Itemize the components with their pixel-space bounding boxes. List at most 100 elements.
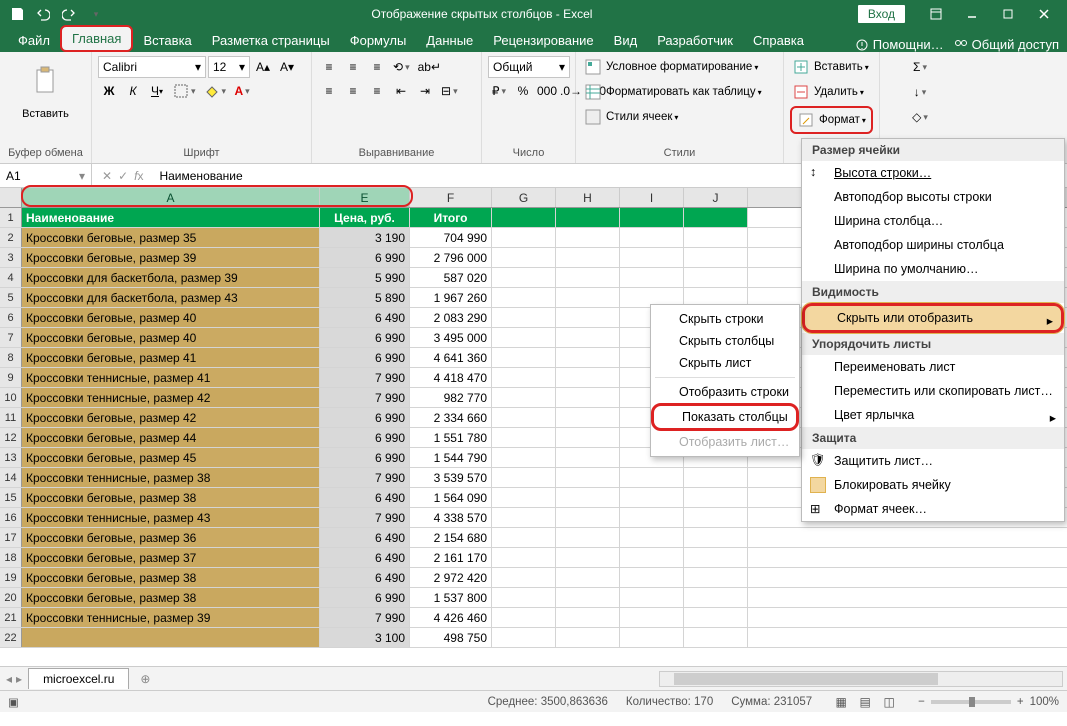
move-sheet[interactable]: Переместить или скопировать лист…: [802, 379, 1064, 403]
row-header[interactable]: 19: [0, 568, 22, 587]
sheet-nav-first[interactable]: ◂: [6, 672, 12, 686]
table-row[interactable]: 20 Кроссовки беговые, размер 38 6 990 1 …: [0, 588, 1067, 608]
align-top-icon[interactable]: ≡: [318, 56, 340, 78]
page-break-icon[interactable]: ◫: [878, 691, 900, 713]
format-cells-item[interactable]: ⊞Формат ячеек…: [802, 497, 1064, 521]
protect-sheet[interactable]: 🛡Защитить лист…: [802, 449, 1064, 473]
increase-font-icon[interactable]: A▴: [252, 56, 274, 78]
row-header[interactable]: 16: [0, 508, 22, 527]
login-button[interactable]: Вход: [858, 5, 905, 23]
maximize-icon[interactable]: [991, 3, 1025, 25]
font-color-button[interactable]: A: [231, 80, 253, 102]
paste-button[interactable]: [30, 56, 62, 106]
row-header[interactable]: 4: [0, 268, 22, 287]
ribbon-options-icon[interactable]: [919, 3, 953, 25]
zoom-value[interactable]: 100%: [1030, 696, 1059, 708]
undo-icon[interactable]: [32, 3, 54, 25]
row-header[interactable]: 20: [0, 588, 22, 607]
record-macro-icon[interactable]: ▣: [8, 695, 19, 709]
table-row[interactable]: 18 Кроссовки беговые, размер 37 6 490 2 …: [0, 548, 1067, 568]
row-header[interactable]: 17: [0, 528, 22, 547]
tab-data[interactable]: Данные: [416, 29, 483, 52]
table-row[interactable]: 17 Кроссовки беговые, размер 36 6 490 2 …: [0, 528, 1067, 548]
tab-file[interactable]: Файл: [8, 29, 60, 52]
wrap-text-icon[interactable]: ab↵: [415, 56, 444, 78]
save-icon[interactable]: [6, 3, 28, 25]
fill-icon[interactable]: ↓: [886, 81, 954, 103]
row-header[interactable]: 14: [0, 468, 22, 487]
minimize-icon[interactable]: [955, 3, 989, 25]
tab-insert[interactable]: Вставка: [133, 29, 201, 52]
enter-formula-icon[interactable]: ✓: [118, 169, 128, 183]
table-row[interactable]: 19 Кроссовки беговые, размер 38 6 490 2 …: [0, 568, 1067, 588]
autofit-col[interactable]: Автоподбор ширины столбца: [802, 233, 1064, 257]
col-e[interactable]: E: [320, 188, 410, 207]
unhide-rows[interactable]: Отобразить строки: [651, 381, 799, 403]
share-button[interactable]: Общий доступ: [954, 37, 1059, 52]
row-header[interactable]: 2: [0, 228, 22, 247]
row-header[interactable]: 5: [0, 288, 22, 307]
cancel-formula-icon[interactable]: ✕: [102, 169, 112, 183]
percent-icon[interactable]: %: [512, 80, 534, 102]
tab-formulas[interactable]: Формулы: [340, 29, 417, 52]
align-left-icon[interactable]: ≡: [318, 80, 340, 102]
currency-icon[interactable]: ₽: [488, 80, 510, 102]
align-middle-icon[interactable]: ≡: [342, 56, 364, 78]
indent-inc-icon[interactable]: ⇥: [414, 80, 436, 102]
fx-icon[interactable]: fx: [134, 169, 143, 183]
hide-rows[interactable]: Скрыть строки: [651, 308, 799, 330]
row-header[interactable]: 10: [0, 388, 22, 407]
col-j[interactable]: J: [684, 188, 748, 207]
row-height[interactable]: ↕Высота строки…: [802, 161, 1064, 185]
qat-customize[interactable]: [84, 3, 106, 25]
cond-format-button[interactable]: [582, 56, 604, 78]
borders-button[interactable]: [170, 80, 199, 102]
hscrollbar[interactable]: [659, 671, 1063, 687]
col-h[interactable]: H: [556, 188, 620, 207]
row-header[interactable]: 13: [0, 448, 22, 467]
row-header[interactable]: 3: [0, 248, 22, 267]
delete-cells-button[interactable]: [790, 81, 812, 103]
decrease-font-icon[interactable]: A▾: [276, 56, 298, 78]
autofit-row[interactable]: Автоподбор высоты строки: [802, 185, 1064, 209]
comma-icon[interactable]: 000: [536, 80, 558, 102]
row-header[interactable]: 9: [0, 368, 22, 387]
autosum-icon[interactable]: Σ: [886, 56, 954, 78]
unhide-cols[interactable]: Показать столбцы: [651, 403, 799, 431]
font-size[interactable]: 12▾: [208, 56, 250, 78]
zoom-slider[interactable]: −+ 100%: [918, 696, 1059, 708]
align-bottom-icon[interactable]: ≡: [366, 56, 388, 78]
orientation-icon[interactable]: ⟲: [390, 56, 413, 78]
sheet-tab-active[interactable]: microexcel.ru: [28, 668, 129, 689]
row-header[interactable]: 18: [0, 548, 22, 567]
hide-sheet[interactable]: Скрыть лист: [651, 352, 799, 374]
table-row[interactable]: 21 Кроссовки теннисные, размер 39 7 990 …: [0, 608, 1067, 628]
col-g[interactable]: G: [492, 188, 556, 207]
close-icon[interactable]: [1027, 3, 1061, 25]
merge-icon[interactable]: ⊟: [438, 80, 461, 102]
hide-cols[interactable]: Скрыть столбцы: [651, 330, 799, 352]
redo-icon[interactable]: [58, 3, 80, 25]
clear-icon[interactable]: ◇: [886, 106, 954, 128]
fill-color-button[interactable]: [201, 80, 230, 102]
insert-cells-button[interactable]: [790, 56, 812, 78]
default-width[interactable]: Ширина по умолчанию…: [802, 257, 1064, 281]
lock-cell[interactable]: Блокировать ячейку: [802, 473, 1064, 497]
rename-sheet[interactable]: Переименовать лист: [802, 355, 1064, 379]
normal-view-icon[interactable]: ▦: [830, 691, 852, 713]
number-format[interactable]: Общий▾: [488, 56, 570, 78]
tab-help[interactable]: Справка: [743, 29, 814, 52]
cell-styles-button[interactable]: [582, 106, 604, 128]
align-center-icon[interactable]: ≡: [342, 80, 364, 102]
hide-show-item[interactable]: Скрыть или отобразить▸: [802, 303, 1064, 333]
sheet-nav-last[interactable]: ▸: [16, 672, 22, 686]
italic-button[interactable]: К: [122, 80, 144, 102]
font-name[interactable]: Calibri▾: [98, 56, 206, 78]
row-header[interactable]: 12: [0, 428, 22, 447]
tab-layout[interactable]: Разметка страницы: [202, 29, 340, 52]
format-table-button[interactable]: [582, 81, 604, 103]
tab-color[interactable]: Цвет ярлычка▸: [802, 403, 1064, 427]
page-layout-icon[interactable]: ▤: [854, 691, 876, 713]
tab-review[interactable]: Рецензирование: [483, 29, 603, 52]
col-i[interactable]: I: [620, 188, 684, 207]
